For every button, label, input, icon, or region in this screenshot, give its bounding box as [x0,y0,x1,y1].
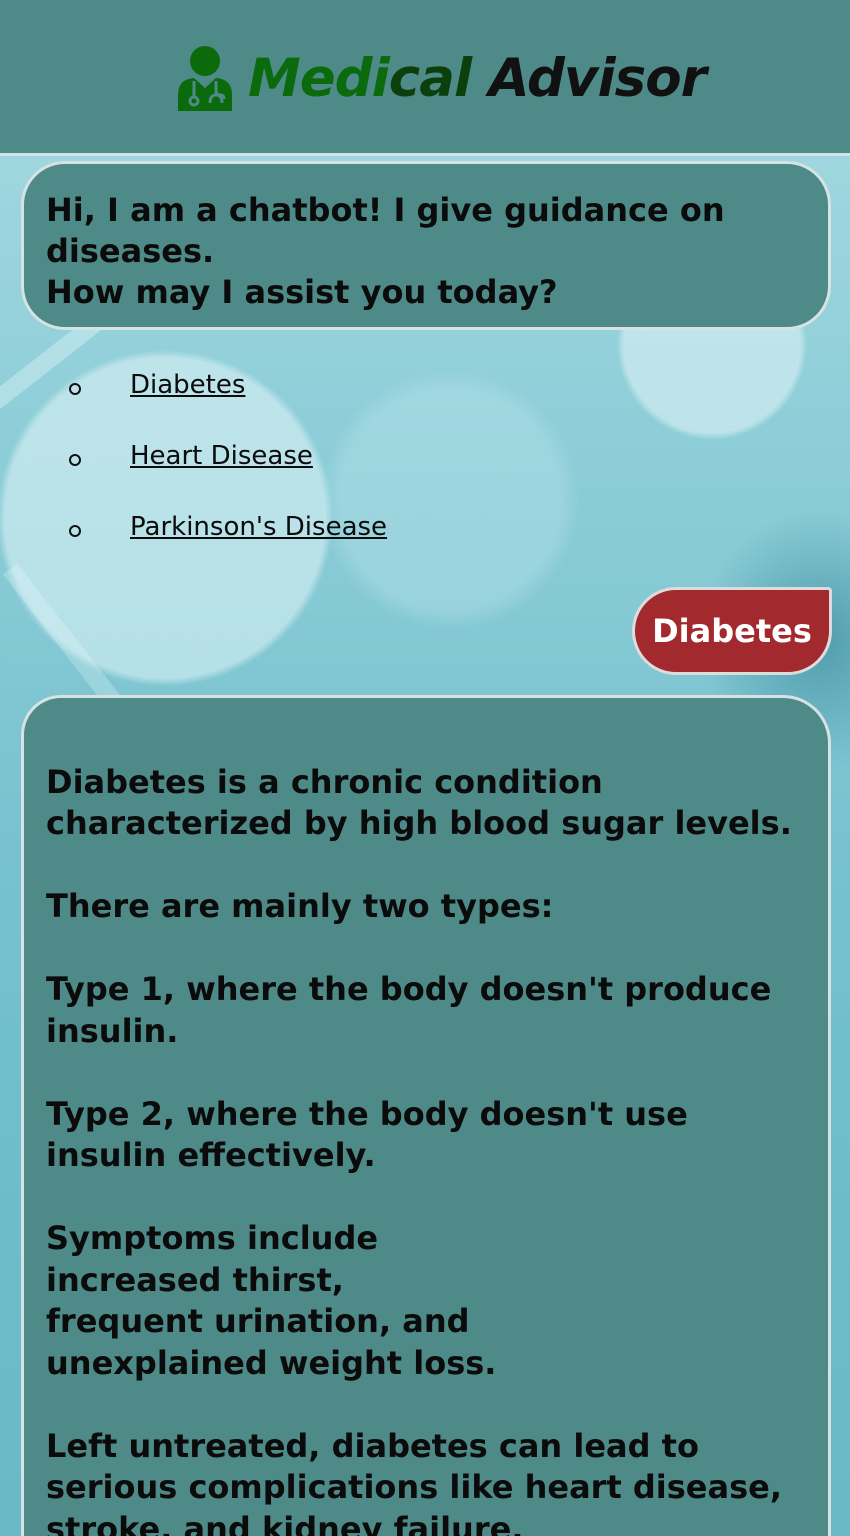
app-header: Medical Advisor [0,0,850,156]
option-parkinsons-link[interactable]: Parkinson's Disease [130,512,387,542]
doctor-icon [176,45,234,111]
app-logo: Medical Advisor [176,40,707,116]
user-message-text: Diabetes [652,612,812,650]
app-title-part: Advisor [471,47,707,109]
bullet-icon [69,383,81,395]
bot-answer-message: Diabetes is a chronic condition characte… [21,695,831,1536]
bot-answer-text: Diabetes is a chronic condition characte… [46,762,792,1536]
bot-greeting-text: Hi, I am a chatbot! I give guidance on d… [46,191,725,311]
app-title-part: Medi [248,47,390,109]
user-message-bubble: Diabetes [632,587,832,675]
app-title-part: cal [388,47,472,109]
bot-greeting-message: Hi, I am a chatbot! I give guidance on d… [21,161,831,330]
bullet-icon [69,454,81,466]
option-diabetes-link[interactable]: Diabetes [130,370,245,400]
option-heart-disease-link[interactable]: Heart Disease [130,441,313,471]
app-title: Medical Advisor [248,52,707,105]
bullet-icon [69,525,81,537]
